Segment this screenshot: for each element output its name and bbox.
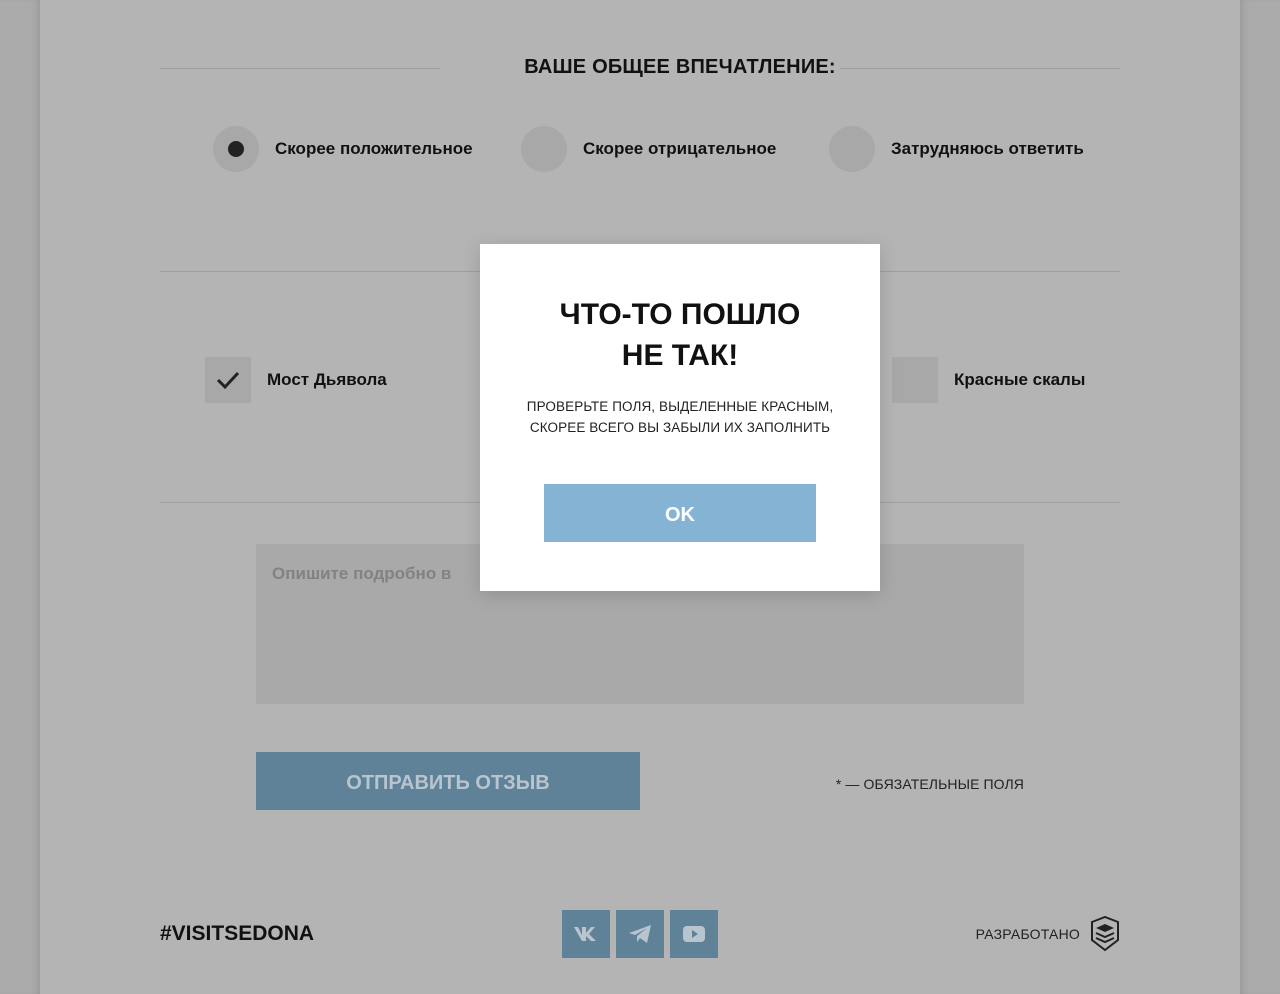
impression-title: ВАШЕ ОБЩЕЕ ВПЕЧАТЛЕНИЕ: [524, 56, 836, 78]
modal-title-line: НЕ ТАК! [621, 339, 739, 372]
page-side-right [1240, 0, 1280, 994]
modal-title: ЧТО-ТО ПОШЛО НЕ ТАК! [480, 294, 880, 376]
radio-undecided[interactable]: Затрудняюсь ответить [829, 126, 1084, 172]
social-links [562, 910, 718, 958]
checkbox-box[interactable] [205, 357, 251, 403]
telegram-icon [629, 925, 651, 943]
checkbox-devils-bridge[interactable]: Мост Дьявола [205, 357, 387, 403]
youtube-link[interactable] [670, 910, 718, 958]
developer-credit[interactable]: РАЗРАБОТАНО [976, 916, 1120, 952]
developer-logo-icon [1091, 916, 1119, 952]
modal-message-line: ПРОВЕРЬТЕ ПОЛЯ, ВЫДЕЛЕННЫЕ КРАСНЫМ, [526, 399, 834, 414]
radio-label: Скорее отрицательное [583, 139, 777, 158]
divider-left [160, 68, 440, 69]
submit-review-button[interactable]: ОТПРАВИТЬ ОТЗЫВ [256, 752, 640, 810]
error-modal: ЧТО-ТО ПОШЛО НЕ ТАК! ПРОВЕРЬТЕ ПОЛЯ, ВЫД… [480, 244, 880, 591]
radio-label: Скорее положительное [275, 139, 473, 158]
vk-icon [574, 927, 596, 941]
youtube-icon [683, 926, 705, 942]
radio-positive[interactable]: Скорее положительное [213, 126, 473, 172]
checkbox-label: Мост Дьявола [267, 370, 387, 389]
modal-ok-button[interactable]: OK [544, 484, 816, 542]
radio-label: Затрудняюсь ответить [891, 139, 1084, 158]
checkbox-label: Красные скалы [954, 370, 1086, 389]
feedback-page: ВАШЕ ОБЩЕЕ ВПЕЧАТЛЕНИЕ: Скорее положител… [40, 0, 1240, 994]
modal-title-line: ЧТО-ТО ПОШЛО [559, 298, 801, 331]
checkbox-box[interactable] [892, 357, 938, 403]
modal-message: ПРОВЕРЬТЕ ПОЛЯ, ВЫДЕЛЕННЫЕ КРАСНЫМ, СКОР… [480, 396, 880, 438]
hashtag-link[interactable]: #VISITSEDONA [160, 922, 314, 946]
radio-circle[interactable] [213, 126, 259, 172]
checkmark-icon [216, 371, 240, 390]
radio-negative[interactable]: Скорее отрицательное [521, 126, 776, 172]
vk-link[interactable] [562, 910, 610, 958]
radio-circle[interactable] [521, 126, 567, 172]
radio-circle[interactable] [829, 126, 875, 172]
page-side-left [0, 0, 40, 994]
developer-label: РАЗРАБОТАНО [975, 926, 1080, 942]
required-fields-note: * — ОБЯЗАТЕЛЬНЫЕ ПОЛЯ [835, 776, 1024, 792]
radio-selected-dot [228, 141, 244, 157]
telegram-link[interactable] [616, 910, 664, 958]
checkbox-red-rocks[interactable]: Красные скалы [892, 357, 1085, 403]
modal-message-line: СКОРЕЕ ВСЕГО ВЫ ЗАБЫЛИ ИХ ЗАПОЛНИТЬ [529, 420, 831, 435]
divider-right [840, 68, 1120, 69]
